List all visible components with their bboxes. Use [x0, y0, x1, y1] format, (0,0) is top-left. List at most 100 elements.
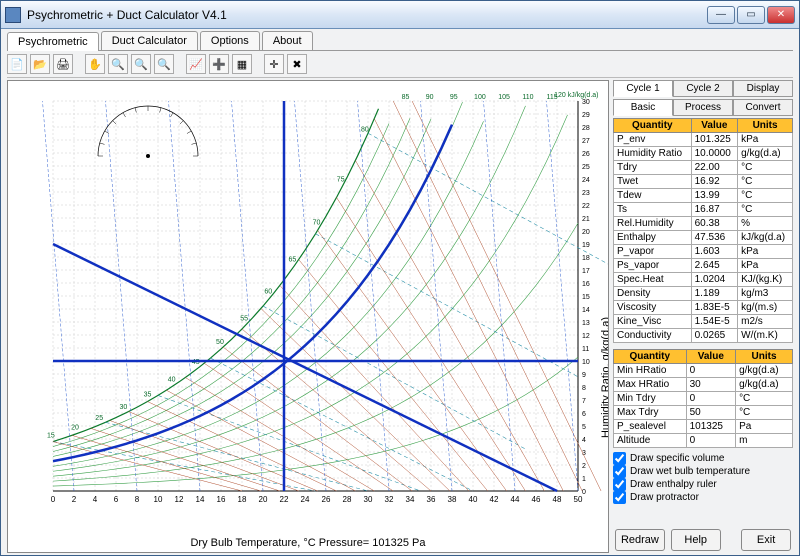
chart-add-button[interactable]: ➕: [209, 54, 229, 74]
zoom-in-button[interactable]: 🔍: [108, 54, 128, 74]
table-row[interactable]: P_vapor1.603kPa: [614, 245, 793, 259]
table-row[interactable]: Ts16.87°C: [614, 203, 793, 217]
table-row[interactable]: Spec.Heat1.0204KJ/(kg.K): [614, 273, 793, 287]
svg-text:40: 40: [469, 495, 478, 504]
table-row[interactable]: Ps_vapor2.645kPa: [614, 259, 793, 273]
check-draw-enthalpy-ruler[interactable]: Draw enthalpy ruler: [613, 478, 793, 491]
checkbox[interactable]: [613, 452, 626, 465]
table-row[interactable]: Altitude0m: [614, 434, 793, 448]
units-cell: °C: [736, 406, 793, 420]
chart-line-button[interactable]: 📈: [186, 54, 206, 74]
value-cell: 101325: [686, 420, 735, 434]
svg-text:12: 12: [175, 495, 184, 504]
value-cell: 101.325: [691, 133, 738, 147]
checkbox[interactable]: [613, 478, 626, 491]
table-row[interactable]: P_sealevel101325Pa: [614, 420, 793, 434]
svg-text:18: 18: [582, 255, 590, 262]
check-draw-specific-volume[interactable]: Draw specific volume: [613, 452, 793, 465]
sidetab-display[interactable]: Display: [733, 80, 793, 97]
units-cell: kJ/kg(d.a): [738, 231, 793, 245]
toolbar: 📄📂🖨✋🔍🔍🔍📈➕▦✛✖: [7, 51, 793, 78]
cycle-tabs: Cycle 1Cycle 2Display: [613, 80, 793, 97]
tab-options[interactable]: Options: [200, 31, 260, 50]
sidetab-process[interactable]: Process: [673, 99, 733, 116]
table-row[interactable]: Tdry22.00°C: [614, 161, 793, 175]
table-row[interactable]: P_env101.325kPa: [614, 133, 793, 147]
svg-text:0: 0: [582, 489, 586, 496]
svg-text:36: 36: [427, 495, 436, 504]
units-cell: KJ/(kg.K): [738, 273, 793, 287]
table-row[interactable]: Enthalpy47.536kJ/kg(d.a): [614, 231, 793, 245]
table-row[interactable]: Max Tdry50°C: [614, 406, 793, 420]
qty-cell: Twet: [614, 175, 692, 189]
table-row[interactable]: Max HRatio30g/kg(d.a): [614, 378, 793, 392]
close-button[interactable]: ✕: [767, 6, 795, 24]
qty-cell: Max Tdry: [614, 406, 687, 420]
limits-table: QuantityValueUnitsMin HRatio0g/kg(d.a)Ma…: [613, 349, 793, 448]
table-row[interactable]: Density1.189kg/m3: [614, 287, 793, 301]
qty-cell: Humidity Ratio: [614, 147, 692, 161]
units-cell: kPa: [738, 259, 793, 273]
table-row[interactable]: Min HRatio0g/kg(d.a): [614, 364, 793, 378]
check-label: Draw enthalpy ruler: [630, 479, 717, 490]
mode-tabs: BasicProcessConvert: [613, 99, 793, 116]
open-button[interactable]: 📂: [30, 54, 50, 74]
grid-button[interactable]: ▦: [232, 54, 252, 74]
zoom-fit-button[interactable]: 🔍: [154, 54, 174, 74]
value-cell: 47.536: [691, 231, 738, 245]
print-button[interactable]: 🖨: [53, 54, 73, 74]
crosshair-button[interactable]: ✛: [264, 54, 284, 74]
value-cell: 0: [686, 392, 735, 406]
redraw-button[interactable]: Redraw: [615, 529, 665, 551]
sidetab-convert[interactable]: Convert: [733, 99, 793, 116]
tab-psychrometric[interactable]: Psychrometric: [7, 32, 99, 51]
svg-text:35: 35: [144, 391, 152, 398]
table-row[interactable]: Kine_Visc1.54E-5m2/s: [614, 315, 793, 329]
table-row[interactable]: Tdew13.99°C: [614, 189, 793, 203]
svg-text:24: 24: [582, 177, 590, 184]
value-cell: 0: [686, 434, 735, 448]
minimize-button[interactable]: —: [707, 6, 735, 24]
tab-about[interactable]: About: [262, 31, 313, 50]
zoom-out-button[interactable]: 🔍: [131, 54, 151, 74]
table-row[interactable]: Twet16.92°C: [614, 175, 793, 189]
col-header: Units: [736, 350, 793, 364]
sidetab-basic[interactable]: Basic: [613, 99, 673, 116]
clear-button[interactable]: ✖: [287, 54, 307, 74]
tab-duct-calculator[interactable]: Duct Calculator: [101, 31, 198, 50]
svg-text:85: 85: [402, 94, 410, 101]
psychrometric-chart[interactable]: 0246810121416182022242628303234363840424…: [7, 80, 609, 553]
svg-text:20: 20: [259, 495, 268, 504]
svg-text:25: 25: [582, 164, 590, 171]
y-axis-label: Humidity Ratio, g/kg(d.a): [600, 317, 609, 438]
svg-text:42: 42: [490, 495, 499, 504]
new-button[interactable]: 📄: [7, 54, 27, 74]
exit-button[interactable]: Exit: [741, 529, 791, 551]
qty-cell: Rel.Humidity: [614, 217, 692, 231]
units-cell: kg/(m.s): [738, 301, 793, 315]
qty-cell: Ps_vapor: [614, 259, 692, 273]
table-row[interactable]: Humidity Ratio10.0000g/kg(d.a): [614, 147, 793, 161]
value-cell: 1.603: [691, 245, 738, 259]
table-row[interactable]: Min Tdry0°C: [614, 392, 793, 406]
qty-cell: Max HRatio: [614, 378, 687, 392]
table-row[interactable]: Viscosity1.83E-5kg/(m.s): [614, 301, 793, 315]
check-draw-wet-bulb-temperature[interactable]: Draw wet bulb temperature: [613, 465, 793, 478]
value-cell: 16.92: [691, 175, 738, 189]
content-area: PsychrometricDuct CalculatorOptionsAbout…: [1, 29, 799, 555]
checkbox[interactable]: [613, 465, 626, 478]
units-cell: %: [738, 217, 793, 231]
svg-text:8: 8: [135, 495, 140, 504]
table-row[interactable]: Rel.Humidity60.38%: [614, 217, 793, 231]
checkbox[interactable]: [613, 491, 626, 504]
footer-buttons: Redraw Help Exit: [613, 525, 793, 553]
svg-text:30: 30: [119, 404, 127, 411]
check-draw-protractor[interactable]: Draw protractor: [613, 491, 793, 504]
units-cell: °C: [738, 161, 793, 175]
sidetab-cycle-1[interactable]: Cycle 1: [613, 80, 673, 97]
sidetab-cycle-2[interactable]: Cycle 2: [673, 80, 733, 97]
maximize-button[interactable]: ▭: [737, 6, 765, 24]
hand-button[interactable]: ✋: [85, 54, 105, 74]
help-button[interactable]: Help: [671, 529, 721, 551]
table-row[interactable]: Conductivity0.0265W/(m.K): [614, 329, 793, 343]
